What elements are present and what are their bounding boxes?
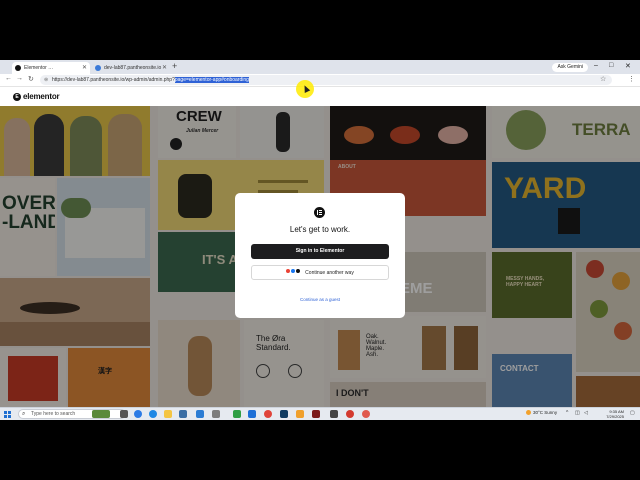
close-window-button[interactable]: ✕: [625, 62, 631, 70]
tab-elementor[interactable]: Elementor … ✕: [12, 62, 90, 74]
ask-gemini-button[interactable]: Ask Gemini: [552, 63, 588, 72]
maximize-button[interactable]: □: [609, 62, 613, 69]
url-text: https://dev-lab87.pantheonsite.io/wp-adm…: [52, 77, 175, 83]
onboarding-modal: Let's get to work. Sign in to Elementor …: [235, 193, 405, 318]
continue-as-guest-link[interactable]: Continue as a guest: [235, 297, 405, 302]
back-button[interactable]: ←: [5, 75, 12, 82]
url-selected-text: page=elementor-app#onboarding: [174, 77, 249, 83]
address-bar[interactable]: https://dev-lab87.pantheonsite.io/wp-adm…: [40, 75, 612, 85]
elementor-logo-text: elementor: [23, 92, 60, 101]
elementor-favicon-icon: [15, 65, 21, 71]
tray-chevron-icon[interactable]: ^: [566, 410, 568, 416]
elementor-logo-icon: [314, 207, 325, 218]
tab-title: Elementor …: [24, 65, 54, 71]
network-icon[interactable]: ◫: [575, 410, 580, 416]
facebook-icon: [291, 269, 296, 273]
app-icon[interactable]: [330, 410, 338, 418]
chrome-icon[interactable]: [264, 410, 272, 418]
weather-text: 30°C Sunny: [533, 410, 558, 415]
continue-another-way-label: Continue another way: [305, 269, 354, 276]
reload-button[interactable]: ↻: [28, 75, 34, 83]
minimize-button[interactable]: –: [594, 62, 598, 69]
close-tab-icon[interactable]: ✕: [162, 62, 167, 74]
apple-icon: [296, 269, 301, 273]
store-icon[interactable]: [179, 410, 187, 418]
illustrator-icon[interactable]: [312, 410, 320, 418]
search-placeholder: Type here to search: [31, 411, 76, 417]
weather-widget[interactable]: 30°C Sunny: [526, 410, 558, 416]
elementor-logo-icon: E: [13, 93, 21, 101]
screen: Elementor … ✕ dev-lab87.pantheonsite.io …: [0, 60, 640, 420]
clock-date: 7/29/2025: [606, 414, 624, 419]
browser-toolbar: ← → ↻ https://dev-lab87.pantheonsite.io/…: [0, 74, 640, 87]
windows-start-icon[interactable]: [4, 411, 11, 418]
taskbar-clock[interactable]: 9:35 AM 7/29/2025: [596, 409, 624, 419]
file-explorer-icon[interactable]: [164, 410, 172, 418]
new-tab-button[interactable]: +: [172, 61, 177, 71]
volume-icon[interactable]: ◁: [584, 410, 588, 416]
browser-menu-icon[interactable]: ⋮: [628, 75, 635, 83]
tab-dev-site[interactable]: dev-lab87.pantheonsite.io ✕: [92, 62, 170, 74]
sun-icon: [526, 410, 531, 416]
provider-icons: [286, 266, 301, 279]
tab-title: dev-lab87.pantheonsite.io: [104, 65, 162, 71]
windows-taskbar: ⌕ Type here to search 30°C Sunny ^ ◫ ◁ 9…: [0, 407, 640, 420]
app-icon[interactable]: [346, 410, 354, 418]
notifications-icon[interactable]: ▢: [630, 410, 635, 416]
modal-title: Let's get to work.: [289, 225, 351, 234]
google-icon: [286, 269, 291, 273]
elementor-header: E elementor: [0, 88, 640, 106]
edge-browser-icon[interactable]: [134, 410, 142, 418]
photoshop-icon[interactable]: [280, 410, 288, 418]
site-info-icon[interactable]: ⊜: [44, 77, 48, 83]
vscode-icon[interactable]: [196, 410, 204, 418]
continue-another-way-button[interactable]: Continue another way: [251, 265, 389, 280]
close-tab-icon[interactable]: ✕: [82, 62, 87, 74]
app-icon[interactable]: [248, 410, 256, 418]
app-icon[interactable]: [212, 410, 220, 418]
site-favicon-icon: [95, 65, 101, 71]
sign-in-button[interactable]: Sign in to Elementor: [251, 244, 389, 259]
bookmark-star-icon[interactable]: ☆: [600, 75, 606, 83]
search-highlight-icon: [92, 410, 110, 418]
browser-icon[interactable]: [149, 410, 157, 418]
browser-tab-strip: Elementor … ✕ dev-lab87.pantheonsite.io …: [0, 60, 640, 74]
gemini-label: Ask Gemini: [557, 64, 583, 70]
task-view-icon[interactable]: [120, 410, 128, 418]
search-icon: ⌕: [22, 411, 26, 417]
app-icon[interactable]: [296, 410, 304, 418]
app-icon[interactable]: [233, 410, 241, 418]
forward-button[interactable]: →: [16, 75, 23, 82]
chrome-active-icon[interactable]: [362, 410, 370, 418]
